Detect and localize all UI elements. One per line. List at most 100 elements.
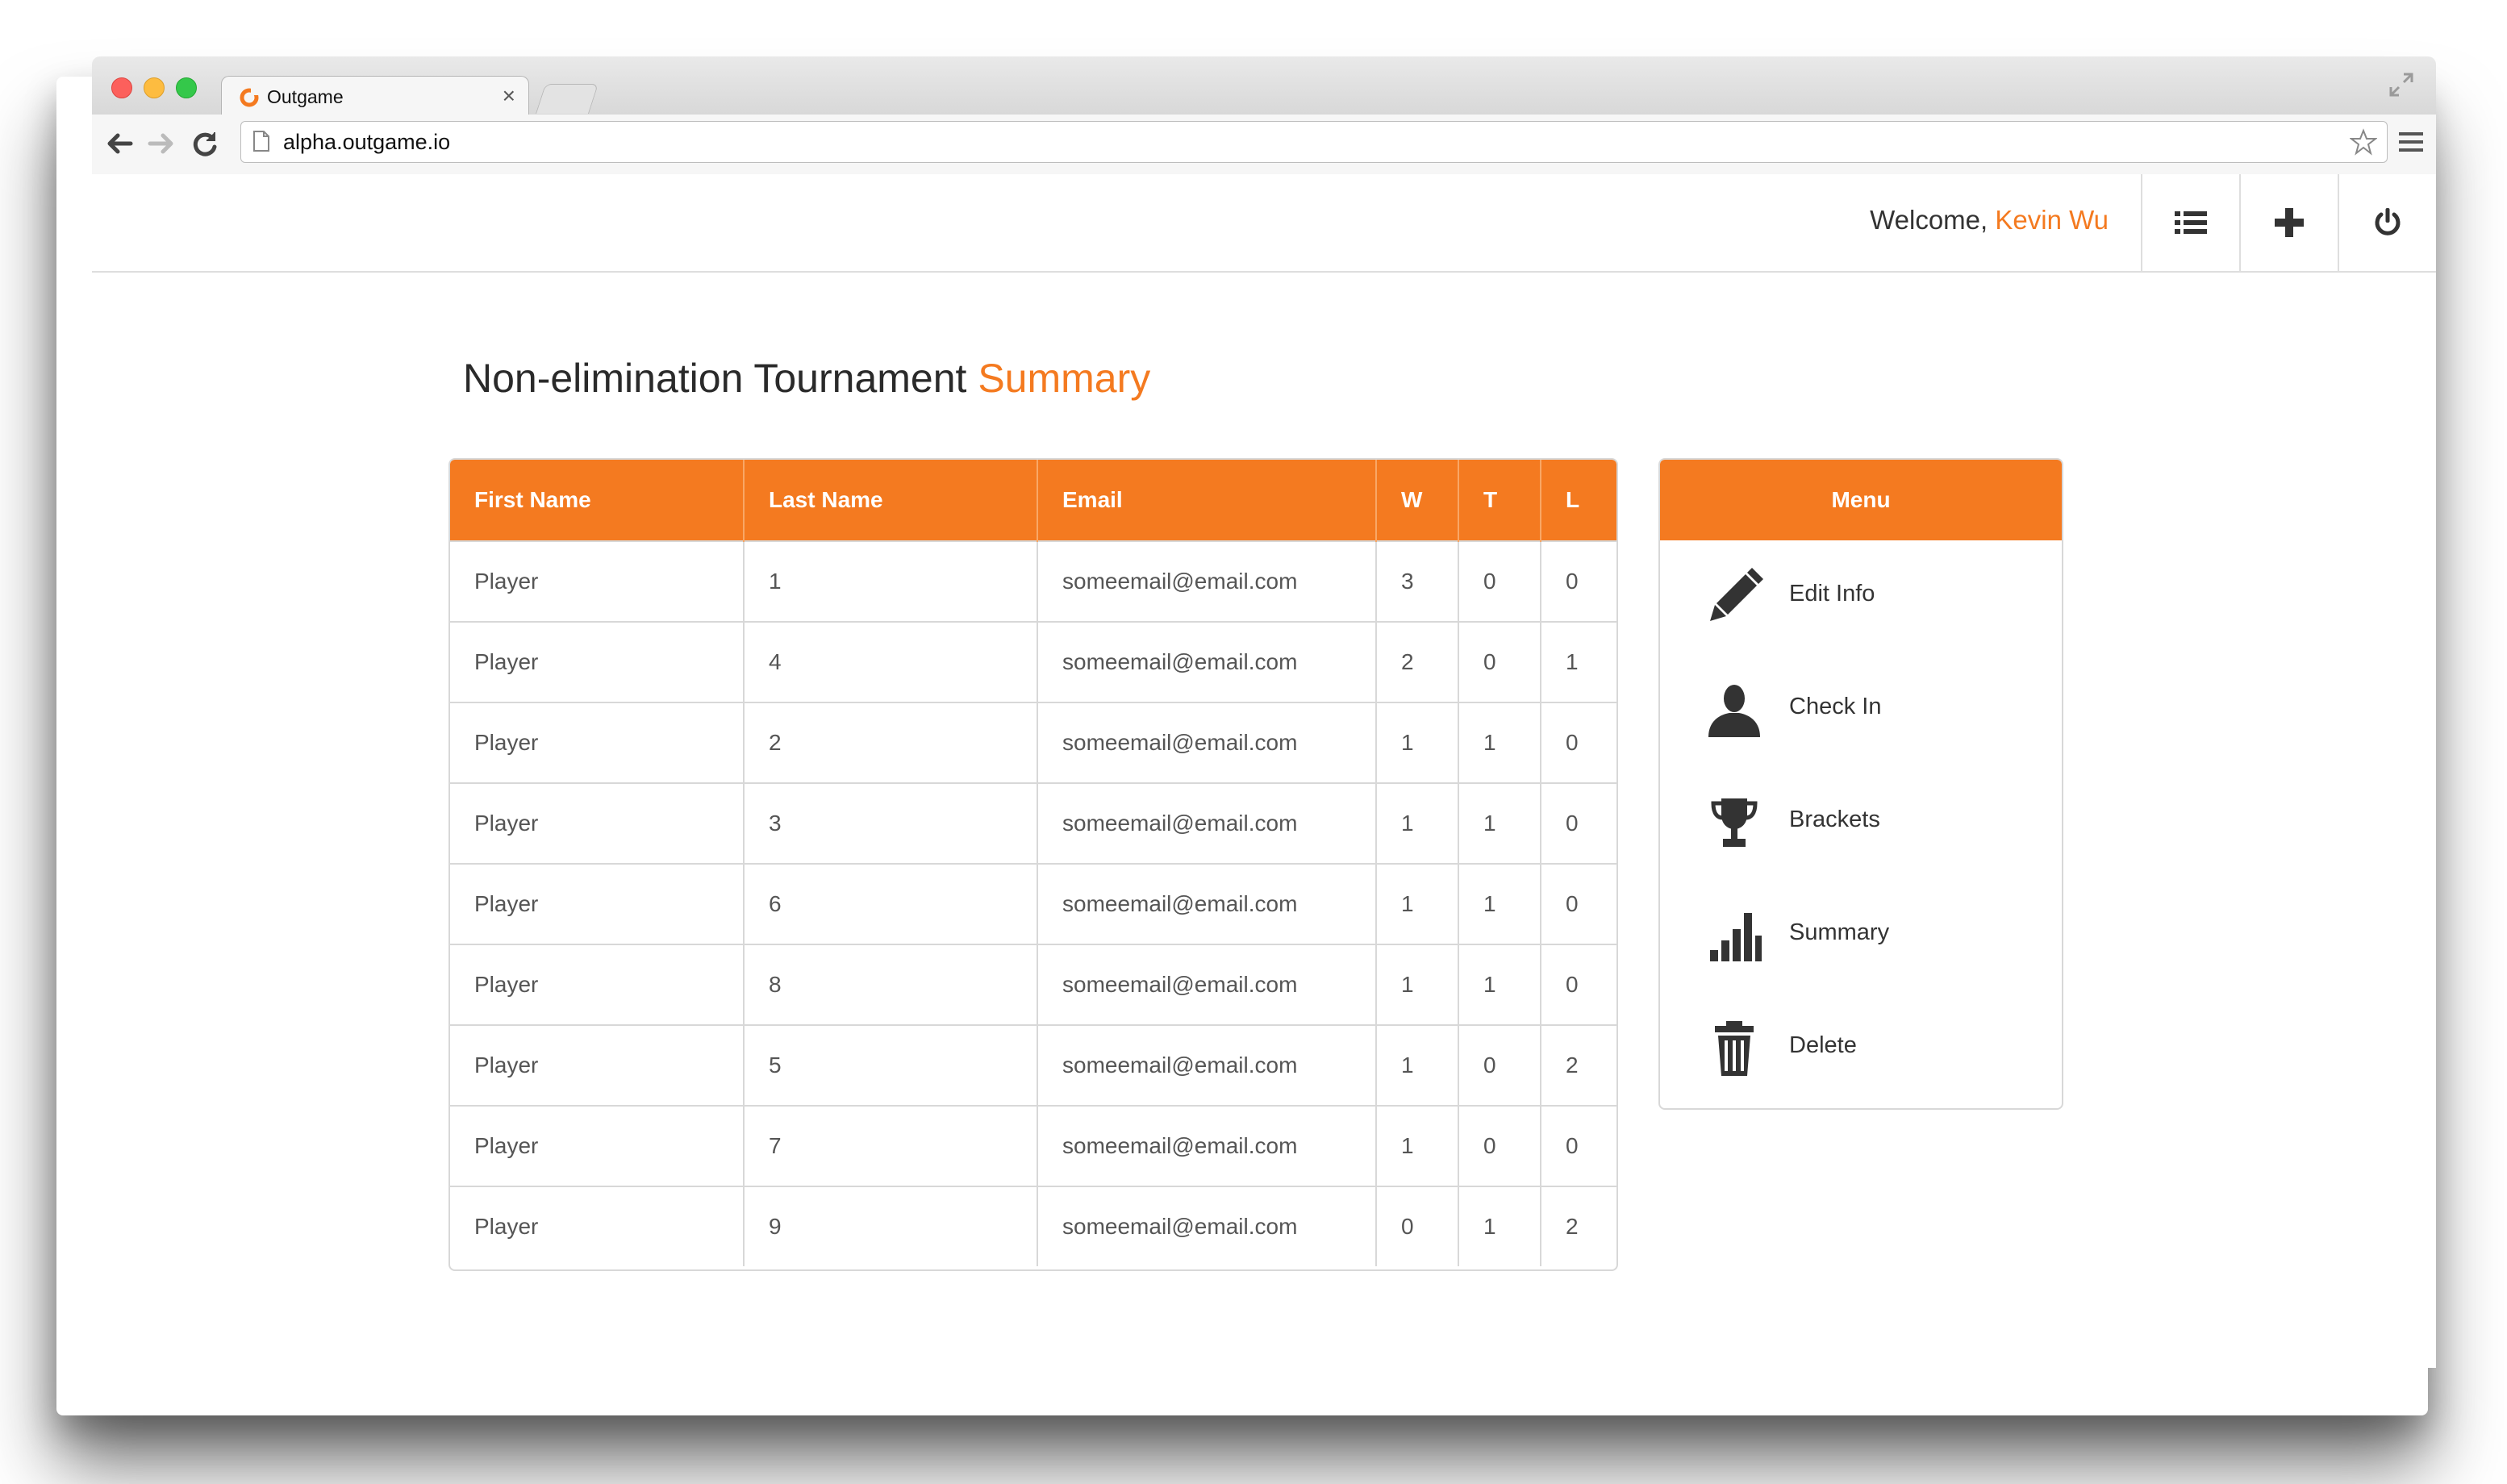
- menu-item-label: Delete: [1789, 1032, 1857, 1058]
- bookmark-star-icon[interactable]: [2350, 128, 2377, 156]
- maximize-window-button[interactable]: [176, 77, 197, 98]
- menu-item-brackets[interactable]: Brackets: [1660, 766, 2062, 879]
- first-name-cell: Player: [450, 863, 745, 944]
- menu-item-label: Summary: [1789, 919, 1890, 945]
- first-name-cell: Player: [450, 1186, 745, 1266]
- new-tab-button[interactable]: [535, 84, 599, 114]
- menu-item-label: Brackets: [1789, 807, 1880, 832]
- table-row: Player 1 someemail@email.com 3 0 0: [450, 540, 1616, 622]
- welcome-prefix: Welcome,: [1870, 205, 1996, 235]
- wins-cell: 1: [1376, 944, 1459, 1025]
- menu-item-check-in[interactable]: Check In: [1660, 653, 2062, 766]
- first-name-cell: Player: [450, 1024, 745, 1106]
- wins-cell: 0: [1376, 1186, 1459, 1266]
- table-row: Player 8 someemail@email.com 1 1 0: [450, 944, 1616, 1025]
- header-losses[interactable]: L: [1541, 460, 1616, 541]
- ties-cell: 0: [1458, 621, 1541, 702]
- menu-item-edit-info[interactable]: Edit Info: [1660, 540, 2062, 653]
- table-row: Player 2 someemail@email.com 1 1 0: [450, 702, 1616, 783]
- wins-cell: 2: [1376, 621, 1459, 702]
- losses-cell: 0: [1541, 702, 1616, 783]
- email-cell: someemail@email.com: [1037, 702, 1377, 783]
- power-icon: [2375, 208, 2401, 236]
- first-name-cell: Player: [450, 702, 745, 783]
- forward-arrow-icon[interactable]: [145, 127, 177, 160]
- wins-cell: 1: [1376, 782, 1459, 864]
- table-row: Player 9 someemail@email.com 0 1 2: [450, 1186, 1616, 1266]
- wins-cell: 3: [1376, 540, 1459, 622]
- header-wins[interactable]: W: [1376, 460, 1459, 541]
- header-last-name[interactable]: Last Name: [744, 460, 1038, 541]
- wins-cell: 1: [1376, 1024, 1459, 1106]
- fullscreen-icon[interactable]: [2388, 71, 2415, 98]
- ties-cell: 1: [1458, 863, 1541, 944]
- email-cell: someemail@email.com: [1037, 863, 1377, 944]
- title-bar: Outgame ×: [92, 56, 2436, 117]
- tab-close-icon[interactable]: ×: [503, 83, 515, 109]
- page-title-main: Non-elimination Tournament: [463, 356, 978, 401]
- email-cell: someemail@email.com: [1037, 944, 1377, 1025]
- wins-cell: 1: [1376, 1105, 1459, 1186]
- header-email[interactable]: Email: [1037, 460, 1377, 541]
- first-name-cell: Player: [450, 1105, 745, 1186]
- wins-cell: 1: [1376, 702, 1459, 783]
- last-name-cell: 6: [744, 863, 1038, 944]
- table-row: Player 7 someemail@email.com 1 0 0: [450, 1105, 1616, 1186]
- back-arrow-icon[interactable]: [103, 127, 136, 160]
- last-name-cell: 7: [744, 1105, 1038, 1186]
- plus-icon: [2275, 208, 2304, 237]
- bar-chart-icon: [1710, 913, 1762, 961]
- menu-item-delete[interactable]: Delete: [1660, 992, 2062, 1105]
- url-text[interactable]: alpha.outgame.io: [283, 130, 450, 155]
- table-row: Player 6 someemail@email.com 1 1 0: [450, 863, 1616, 944]
- page-title-accent: Summary: [978, 356, 1151, 401]
- losses-cell: 0: [1541, 944, 1616, 1025]
- welcome-message: Welcome, Kevin Wu: [1870, 205, 2109, 236]
- last-name-cell: 9: [744, 1186, 1038, 1266]
- last-name-cell: 5: [744, 1024, 1038, 1106]
- list-button[interactable]: [2141, 174, 2239, 271]
- header-ties[interactable]: T: [1458, 460, 1541, 541]
- email-cell: someemail@email.com: [1037, 782, 1377, 864]
- page-title: Non-elimination Tournament Summary: [463, 355, 1150, 402]
- header-first-name[interactable]: First Name: [450, 460, 745, 541]
- losses-cell: 0: [1541, 863, 1616, 944]
- first-name-cell: Player: [450, 540, 745, 622]
- browser-tab[interactable]: Outgame ×: [221, 76, 529, 117]
- ties-cell: 0: [1458, 540, 1541, 622]
- email-cell: someemail@email.com: [1037, 1105, 1377, 1186]
- last-name-cell: 3: [744, 782, 1038, 864]
- last-name-cell: 2: [744, 702, 1038, 783]
- browser-toolbar: alpha.outgame.io: [92, 115, 2436, 175]
- person-icon: [1708, 685, 1760, 737]
- last-name-cell: 1: [744, 540, 1038, 622]
- email-cell: someemail@email.com: [1037, 1024, 1377, 1106]
- first-name-cell: Player: [450, 621, 745, 702]
- losses-cell: 1: [1541, 621, 1616, 702]
- minimize-window-button[interactable]: [144, 77, 165, 98]
- losses-cell: 0: [1541, 782, 1616, 864]
- close-window-button[interactable]: [111, 77, 132, 98]
- pencil-icon: [1710, 568, 1763, 621]
- page-content: Welcome, Kevin Wu Non-elimination Tourna…: [92, 174, 2436, 1368]
- top-nav: Welcome, Kevin Wu: [92, 174, 2436, 273]
- menu-item-label: Edit Info: [1789, 581, 1875, 607]
- address-bar[interactable]: alpha.outgame.io: [240, 121, 2388, 163]
- tab-title: Outgame: [267, 86, 344, 107]
- logout-button[interactable]: [2338, 174, 2436, 271]
- trash-icon: [1715, 1021, 1754, 1076]
- ties-cell: 1: [1458, 944, 1541, 1025]
- table-header-row: First Name Last Name Email W T L: [450, 460, 1616, 541]
- tournament-menu: Menu Edit Info Check In Brackets Summary…: [1658, 458, 2063, 1110]
- browser-menu-icon[interactable]: [2397, 129, 2425, 155]
- reload-icon[interactable]: [189, 127, 221, 160]
- losses-cell: 2: [1541, 1186, 1616, 1266]
- list-icon: [2175, 211, 2207, 234]
- user-name[interactable]: Kevin Wu: [1995, 205, 2109, 235]
- email-cell: someemail@email.com: [1037, 1186, 1377, 1266]
- add-button[interactable]: [2239, 174, 2338, 271]
- menu-item-summary[interactable]: Summary: [1660, 879, 2062, 992]
- first-name-cell: Player: [450, 944, 745, 1025]
- ties-cell: 1: [1458, 702, 1541, 783]
- ties-cell: 0: [1458, 1105, 1541, 1186]
